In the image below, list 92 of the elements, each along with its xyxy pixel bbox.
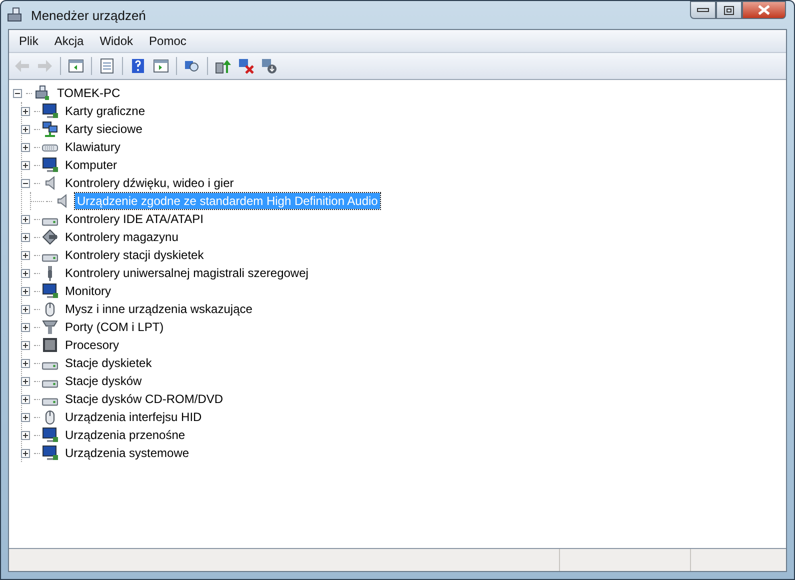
plus-icon [22,252,29,258]
expand-toggle[interactable] [21,268,30,278]
tree-item[interactable]: Porty (COM i LPT) [63,319,166,335]
tree-item[interactable]: Urządzenia systemowe [63,445,192,461]
tree-item[interactable]: Komputer [63,157,120,173]
expand-toggle[interactable] [21,286,30,296]
disable-icon[interactable] [261,58,277,74]
menu-item[interactable]: Widok [94,32,140,50]
plus-icon [22,216,29,222]
tree-item[interactable]: TOMEK-PC [55,85,122,101]
maximize-button[interactable] [716,1,742,19]
close-button[interactable] [742,1,786,19]
computer-icon [34,85,50,101]
port-icon [42,319,58,335]
window-title: Menedżer urządzeń [31,8,147,22]
menu-item[interactable]: Plik [13,32,44,50]
tree-item[interactable]: Kontrolery dźwięku, wideo i gier [63,175,236,191]
collapse-toggle[interactable] [21,178,30,188]
tree-item[interactable]: Stacje dyskietek [63,355,154,371]
monitor-icon [42,157,58,173]
maximize-icon [724,6,734,14]
plus-icon [22,234,29,240]
expand-toggle[interactable] [21,232,30,242]
minimize-icon [697,7,709,13]
network-icon [42,121,58,137]
monitor-icon [42,103,58,119]
menu-item[interactable]: Akcja [48,32,90,50]
drive-icon [42,380,58,388]
tree-item[interactable]: Kontrolery uniwersalnej magistrali szeregowej [63,265,310,281]
remove-icon[interactable] [238,58,254,74]
plus-icon [22,144,29,150]
controller-icon [42,229,58,245]
drive-icon [42,362,58,370]
expand-toggle[interactable] [21,142,30,152]
drive-icon [42,218,58,226]
chip-icon [42,337,58,353]
monitor-icon [42,283,58,299]
pane-icon[interactable] [153,58,169,74]
plus-icon [22,288,29,294]
expand-toggle[interactable] [21,304,30,314]
tree-item[interactable]: Urządzenia interfejsu HID [63,409,204,425]
expand-toggle[interactable] [21,358,30,368]
tree-item[interactable]: Procesory [63,337,122,353]
expand-toggle[interactable] [21,430,30,440]
plus-icon [22,450,29,456]
scan-icon[interactable] [184,58,200,74]
tree-item[interactable]: Karty graficzne [63,103,148,119]
collapse-toggle[interactable] [13,88,22,98]
expand-toggle[interactable] [21,448,30,458]
update-icon[interactable] [215,58,231,74]
minimize-button[interactable] [690,1,716,19]
tree-item[interactable]: Urządzenia przenośne [63,427,188,443]
monitor-icon [42,445,58,461]
tree-item[interactable]: Kontrolery IDE ATA/ATAPI [63,211,206,227]
tree-item[interactable]: Stacje dysków [63,373,144,389]
expand-toggle[interactable] [21,376,30,386]
document-icon[interactable] [99,58,115,74]
tree-item[interactable]: Mysz i inne urządzenia wskazujące [63,301,254,317]
expand-toggle[interactable] [21,394,30,404]
expand-toggle[interactable] [21,412,30,422]
close-icon [758,5,770,15]
plus-icon [22,108,29,114]
expand-toggle[interactable] [21,124,30,134]
tree-item[interactable]: Monitory [63,283,114,299]
drive-icon [42,398,58,406]
plus-icon [22,396,29,402]
drive-icon [42,254,58,262]
plus-icon [22,414,29,420]
plus-icon [22,360,29,366]
help-icon[interactable] [130,58,146,74]
plus-icon [22,270,29,276]
tree-item[interactable]: Kontrolery stacji dyskietek [63,247,206,263]
tree-item[interactable]: Klawiatury [63,139,122,155]
tree-item[interactable]: Kontrolery magazynu [63,229,180,245]
expand-toggle[interactable] [21,340,30,350]
plus-icon [22,162,29,168]
plus-icon [22,126,29,132]
plus-icon [22,342,29,348]
plus-icon [22,432,29,438]
tree-item[interactable]: Stacje dysków CD-ROM/DVD [63,391,226,407]
expand-toggle[interactable] [21,106,30,116]
menu-item[interactable]: Pomoc [143,32,192,50]
expand-toggle[interactable] [21,160,30,170]
plus-icon [22,306,29,312]
plus-icon [22,378,29,384]
plus-icon [22,324,29,330]
expand-toggle[interactable] [21,322,30,332]
pane-icon[interactable] [68,58,84,74]
tree-item[interactable]: Karty sieciowe [63,121,144,137]
expand-toggle[interactable] [21,214,30,224]
expand-toggle[interactable] [21,250,30,260]
monitor-icon [42,427,58,443]
